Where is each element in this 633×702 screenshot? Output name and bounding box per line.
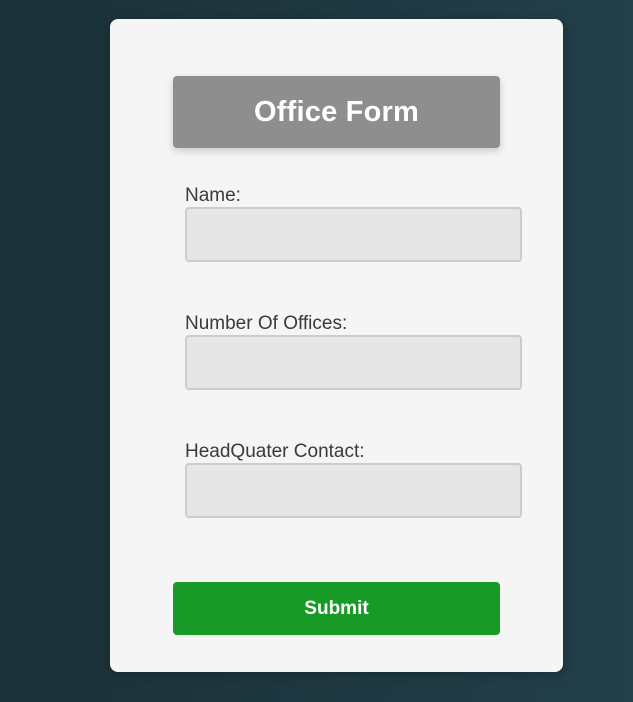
number-of-offices-input[interactable] xyxy=(185,335,522,390)
submit-button[interactable]: Submit xyxy=(173,582,500,635)
office-form-card: Office Form Name: Number Of Offices: Hea… xyxy=(110,19,563,672)
name-field-group: Name: xyxy=(185,185,522,262)
form-title-banner: Office Form xyxy=(173,76,500,148)
contact-field-group: HeadQuater Contact: xyxy=(185,441,522,518)
name-label: Name: xyxy=(185,185,241,206)
form-title: Office Form xyxy=(254,95,419,128)
headquarter-contact-label: HeadQuater Contact: xyxy=(185,441,365,462)
headquarter-contact-input[interactable] xyxy=(185,463,522,518)
offices-field-group: Number Of Offices: xyxy=(185,313,522,390)
name-input[interactable] xyxy=(185,207,522,262)
number-of-offices-label: Number Of Offices: xyxy=(185,313,348,334)
